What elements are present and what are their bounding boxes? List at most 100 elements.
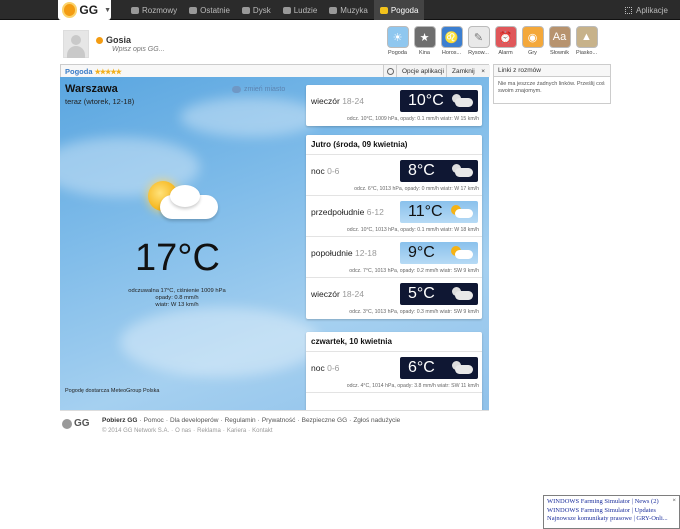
nav-item-rozmowy[interactable]: Rozmowy [125, 0, 183, 20]
widget-title-label: Pogoda [65, 67, 93, 76]
notification-link[interactable]: WINDOWS Farming Simulator | News (2) [547, 498, 676, 507]
status-description-input[interactable] [112, 46, 232, 53]
nav-item-label: Rozmowy [142, 5, 178, 15]
footer-link[interactable]: Bezpieczne GG [302, 417, 348, 424]
footer-logo[interactable]: GG [62, 418, 90, 429]
app-piaskownica[interactable]: ▲ Piasko... [575, 26, 598, 56]
background-cloud [180, 97, 320, 137]
app-pogoda[interactable]: ☀ Pogoda [386, 26, 409, 56]
period-label: noc [311, 363, 325, 373]
footer-link[interactable]: O nas [175, 428, 191, 434]
gg-menu-button[interactable]: GG ▼ [58, 0, 111, 20]
app-rysowanie[interactable]: ✎ Rysow... [467, 26, 490, 56]
background-cloud [120, 307, 320, 377]
forecast-card-tomorrow: Jutro (środa, 09 kwietnia) noc 0-6 8°C o… [306, 135, 482, 319]
footer-link[interactable]: Kontakt [252, 428, 272, 434]
alarm-icon: ⏰ [494, 26, 517, 48]
current-time-label: teraz (wtorek, 12-18) [65, 97, 135, 106]
notification-link[interactable]: WINDOWS Farming Simulator | Updates [547, 507, 676, 516]
change-city-link[interactable]: zmień miasto [232, 86, 285, 93]
dictionary-icon: Aa [548, 26, 571, 48]
nav-item-ostatnie[interactable]: Ostatnie [183, 0, 236, 20]
period-hours: 0-6 [327, 363, 340, 373]
forecast-period: wieczór 18-24 [311, 96, 364, 106]
nav-item-label: Ostatnie [200, 5, 230, 15]
nav-item-dysk[interactable]: Dysk [236, 0, 277, 20]
app-launcher: ☀ Pogoda ★ Kina ♌ Horos... ✎ Rysow... ⏰ Alarm… [386, 26, 598, 56]
avatar[interactable] [63, 30, 89, 58]
close-app-button[interactable]: Zamknij × [446, 65, 490, 77]
close-app-label: Zamknij [452, 67, 475, 75]
copyright: © 2014 GG Network S.A. [102, 428, 170, 434]
details-line: opady: 0.8 mm/h [155, 295, 199, 301]
footer-link[interactable]: Regulamin [225, 417, 256, 424]
period-label: przedpołudnie [311, 207, 365, 217]
close-icon[interactable]: × [672, 497, 676, 506]
app-slownik[interactable]: Aa Słownik [548, 26, 571, 56]
sandbox-icon: ▲ [575, 26, 598, 48]
top-bar: GG ▼ Rozmowy Ostatnie Dysk Ludzie Muzyka… [0, 0, 680, 20]
forecast-period: popołudnie 12-18 [311, 248, 377, 258]
nav-item-ludzie[interactable]: Ludzie [277, 0, 324, 20]
nav-item-muzyka[interactable]: Muzyka [323, 0, 374, 20]
app-horoskop[interactable]: ♌ Horos... [440, 26, 463, 56]
change-city-label: zmień miasto [244, 86, 286, 93]
current-details: odczuwalna 17°C, ciśnienie 1009 hPa opad… [122, 288, 232, 309]
forecast-day-header: czwartek, 10 kwietnia [306, 332, 482, 352]
nav-item-label: Ludzie [293, 5, 318, 15]
app-gry[interactable]: ◉ Gry [521, 26, 544, 56]
film-icon: ★ [413, 26, 436, 48]
apps-label: Aplikacje [635, 5, 668, 15]
footer-link[interactable]: Kariera [227, 428, 246, 434]
current-temperature: 17°C [135, 237, 220, 279]
people-icon [282, 6, 291, 14]
chat-links-title: Linki z rozmów [494, 65, 610, 77]
details-line: odczuwalna 17°C, ciśnienie 1009 hPa [128, 288, 226, 294]
notification-link[interactable]: Najnowsze komunikaty prasowe | GRY-Onli.… [547, 515, 676, 524]
sun-cloud-icon [448, 204, 474, 220]
app-kina[interactable]: ★ Kina [413, 26, 436, 56]
forecast-card-thursday: czwartek, 10 kwietnia noc 0-6 6°C odcz. … [306, 332, 482, 410]
forecast-info: odcz. 6°C, 1013 hPa, opady: 0 mm/h wiatr… [354, 186, 479, 192]
widget-title: Pogoda ★★★★★ [65, 67, 122, 76]
gamepad-icon: ◉ [521, 26, 544, 48]
gg-sun-icon [64, 4, 76, 16]
username[interactable]: Gosia [96, 35, 131, 45]
rating-stars[interactable]: ★★★★★ [95, 68, 122, 76]
main-nav: Rozmowy Ostatnie Dysk Ludzie Muzyka Pogo… [125, 0, 425, 20]
sun-cloud-icon [448, 245, 474, 261]
footer-link[interactable]: Reklama [197, 428, 221, 434]
period-hours: 18-24 [342, 289, 364, 299]
app-label: Piasko... [575, 50, 598, 56]
app-options-button[interactable]: Opcje aplikacji [396, 65, 449, 77]
footer-link[interactable]: Prywatność [262, 417, 296, 424]
history-button[interactable] [383, 65, 396, 77]
app-alarm[interactable]: ⏰ Alarm [494, 26, 517, 56]
forecast-row: noc 0-6 6°C odcz. 4°C, 1014 hPa, opady: … [306, 352, 482, 393]
app-label: Kina [418, 50, 430, 56]
forecast-temp: 6°C [408, 359, 435, 376]
sun-icon [379, 6, 388, 14]
forecast-temp-box: 5°C [400, 283, 478, 305]
clock-icon [386, 67, 394, 75]
nav-item-pogoda[interactable]: Pogoda [373, 0, 425, 20]
clock-icon [189, 6, 198, 14]
forecast-info: odcz. 7°C, 1013 hPa, opady: 0.2 mm/h wia… [349, 268, 479, 274]
gg-logo-text: GG [79, 3, 99, 17]
forecast-row: wieczór 18-24 5°C odcz. 3°C, 1013 hPa, o… [306, 278, 482, 319]
app-options-label: Opcje aplikacji [402, 67, 444, 75]
forecast-temp: 9°C [408, 244, 435, 261]
footer-link[interactable]: Zgłoś nadużycie [353, 417, 400, 424]
footer-link[interactable]: Pomoc [144, 417, 164, 424]
footer-link[interactable]: Pobierz GG [102, 417, 137, 424]
chat-links-empty: Nie ma jeszcze żadnych linków. Prześlij … [498, 81, 605, 94]
nav-item-label: Muzyka [340, 5, 368, 15]
forecast-row: noc 0-6 8°C odcz. 6°C, 1013 hPa, opady: … [306, 155, 482, 196]
weather-panel: Warszawa teraz (wtorek, 12-18) zmień mia… [60, 77, 489, 410]
period-hours: 0-6 [327, 166, 340, 176]
apps-button[interactable]: Aplikacje [624, 0, 668, 20]
footer-link[interactable]: Dla developerów [170, 417, 218, 424]
details-line: wiatr: W 13 km/h [155, 302, 199, 308]
nav-item-label: Dysk [252, 5, 271, 15]
app-label: Alarm [498, 50, 513, 56]
